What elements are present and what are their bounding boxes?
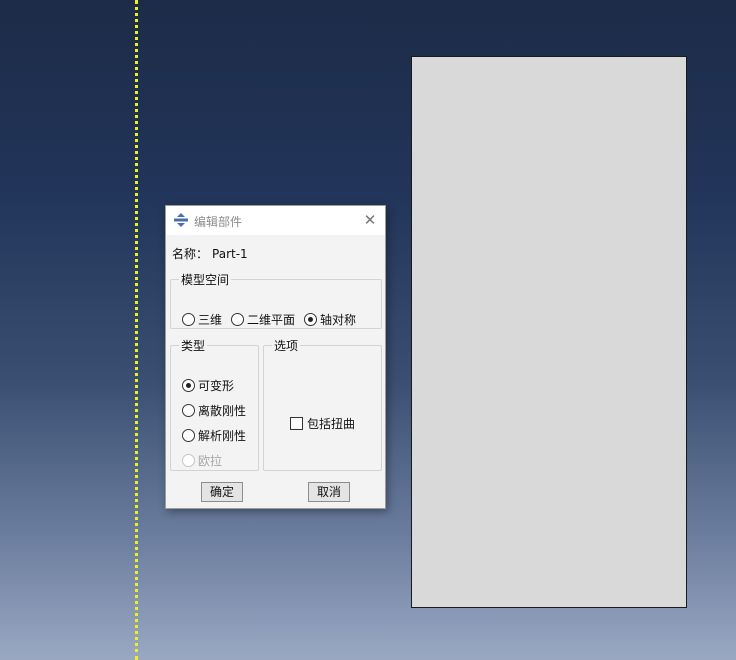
dialog-title: 编辑部件: [194, 215, 243, 229]
radio-3d[interactable]: 三维: [182, 311, 222, 328]
dialog-titlebar[interactable]: 编辑部件 ✕: [166, 206, 385, 235]
radio-3d-indicator[interactable]: [182, 313, 195, 326]
radio-axisymmetric-label: 轴对称: [320, 313, 357, 327]
close-icon[interactable]: ✕: [362, 212, 378, 228]
include-twist-label: 包括扭曲: [307, 417, 356, 431]
radio-discrete-rigid-label: 离散刚性: [198, 404, 247, 418]
radio-discrete-rigid-indicator[interactable]: [182, 404, 195, 417]
symmetry-axis-line: [135, 0, 138, 660]
name-value: Part-1: [212, 247, 248, 261]
radio-3d-label: 三维: [198, 313, 223, 327]
radio-analytical-rigid-label: 解析刚性: [198, 429, 247, 443]
radio-deformable[interactable]: 可变形: [182, 377, 234, 394]
radio-discrete-rigid[interactable]: 离散刚性: [182, 402, 246, 419]
type-group: 类型 可变形 离散刚性 解析刚性 欧拉: [170, 337, 259, 471]
radio-eulerian-indicator: [182, 454, 195, 467]
radio-deformable-label: 可变形: [198, 379, 235, 393]
radio-analytical-rigid[interactable]: 解析刚性: [182, 427, 246, 444]
radio-2d-planar-label: 二维平面: [247, 313, 296, 327]
options-group: 选项 包括扭曲: [263, 337, 382, 471]
name-label: 名称：: [172, 247, 209, 261]
name-row: 名称： Part-1: [172, 245, 248, 262]
part-sketch-rectangle: [411, 56, 687, 608]
options-legend: 选项: [274, 339, 299, 353]
include-twist-checkbox[interactable]: 包括扭曲: [290, 415, 355, 432]
type-legend: 类型: [181, 339, 206, 353]
radio-axisymmetric[interactable]: 轴对称: [304, 311, 356, 328]
model-space-group: 模型空间 三维 二维平面 轴对称: [170, 271, 382, 329]
edit-part-dialog: 编辑部件 ✕ 名称： Part-1 模型空间 三维 二维平面 轴对称 类型 可变形…: [165, 205, 386, 509]
radio-axisymmetric-indicator[interactable]: [304, 313, 317, 326]
radio-eulerian: 欧拉: [182, 452, 222, 469]
part-module-icon: [174, 213, 188, 227]
radio-2d-planar[interactable]: 二维平面: [231, 311, 295, 328]
cancel-button[interactable]: 取消: [308, 482, 350, 502]
radio-deformable-indicator[interactable]: [182, 379, 195, 392]
model-space-legend: 模型空间: [181, 273, 230, 287]
radio-eulerian-label: 欧拉: [198, 454, 223, 468]
radio-analytical-rigid-indicator[interactable]: [182, 429, 195, 442]
radio-2d-planar-indicator[interactable]: [231, 313, 244, 326]
ok-button[interactable]: 确定: [201, 482, 243, 502]
include-twist-box[interactable]: [290, 417, 303, 430]
